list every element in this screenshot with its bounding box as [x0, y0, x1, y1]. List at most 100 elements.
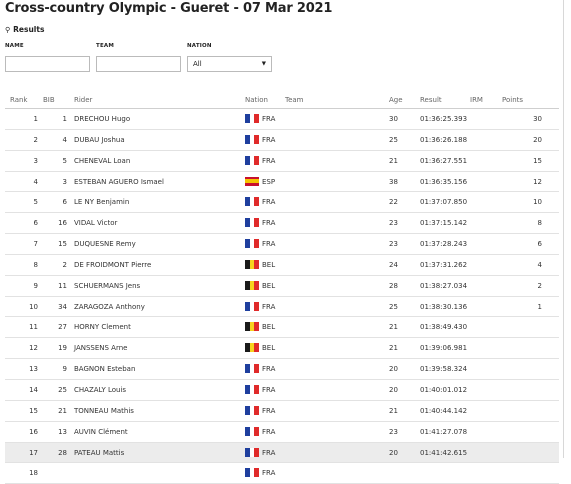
rank-cell: 7	[33, 240, 38, 249]
rank-cell: 1	[33, 115, 38, 123]
table-row[interactable]: 17 28 PATEAU Mattis FRA 20 01:41:42.615	[5, 442, 559, 464]
rider-cell[interactable]: PATEAU Mattis	[74, 449, 124, 457]
header-nation[interactable]: Nation	[245, 96, 268, 104]
rider-cell[interactable]: TONNEAU Mathis	[74, 407, 134, 415]
bib-cell: 27	[58, 323, 67, 332]
table-row[interactable]: 4 3 ESTEBAN AGUERO Ismael ESP 38 01:36:35.156…	[5, 172, 559, 193]
rank-cell: 17	[29, 448, 38, 457]
bib-cell: 1	[62, 115, 67, 123]
rider-cell[interactable]: ESTEBAN AGUERO Ismael	[74, 178, 164, 186]
result-cell: 01:41:27.078	[420, 427, 468, 436]
page-divider	[563, 0, 564, 458]
trophy-icon: ⚲	[5, 25, 11, 34]
table-row[interactable]: 9 11 SCHUERMANS Jens BEL 28 01:38:27.034 2	[5, 276, 559, 297]
result-cell: 01:36:27.551	[420, 156, 468, 165]
flag-band	[254, 239, 260, 249]
table-row[interactable]: 2 4 DUBAU Joshua FRA 25 01:36:26.188 20	[5, 130, 559, 151]
result-cell: 01:41:42.615	[420, 448, 468, 457]
header-result[interactable]: Result	[420, 96, 442, 104]
rank-cell: 9	[33, 281, 38, 290]
result-cell: 01:37:15.142	[420, 219, 468, 228]
header-age[interactable]: Age	[389, 96, 403, 104]
table-row[interactable]: 7 15 DUQUESNE Remy FRA 23 01:37:28.243 6	[5, 234, 559, 255]
age-cell: 24	[389, 260, 398, 269]
nation-cell: BEL	[262, 260, 276, 269]
age-cell: 23	[389, 240, 398, 249]
table-row[interactable]: 16 13 AUVIN Clément FRA 23 01:41:27.078	[5, 422, 559, 443]
rider-cell[interactable]: AUVIN Clément	[74, 428, 128, 436]
rider-cell[interactable]: DRECHOU Hugo	[74, 115, 130, 123]
rider-cell[interactable]: JANSSENS Arne	[74, 344, 127, 352]
rider-cell[interactable]: DUBAU Joshua	[74, 136, 125, 144]
header-rank[interactable]: Rank	[10, 96, 28, 104]
age-cell: 20	[389, 385, 398, 394]
nation-filter-value: All	[193, 60, 202, 68]
table-row[interactable]: 12 19 JANSSENS Arne BEL 21 01:39:06.981	[5, 338, 559, 360]
table-row[interactable]: 10 34 ZARAGOZA Anthony FRA 25 01:38:30.136 1	[5, 297, 559, 318]
rider-cell[interactable]: CHAZALY Louis	[74, 386, 126, 394]
table-row[interactable]: 11 27 HORNY Clement BEL 21 01:38:49.430	[5, 317, 559, 339]
flag-icon	[245, 364, 260, 374]
table-row[interactable]: 3 5 CHENEVAL Loan FRA 21 01:36:27.551 15	[5, 151, 559, 172]
flag-icon	[245, 384, 260, 394]
name-filter-input[interactable]	[5, 56, 90, 72]
header-bib[interactable]: BIB	[43, 96, 55, 104]
nation-cell: FRA	[262, 198, 276, 207]
nation-filter-select[interactable]: All ▼	[187, 56, 272, 72]
age-cell: 21	[389, 156, 398, 165]
bib-cell: 11	[58, 281, 67, 290]
bib-cell: 2	[62, 260, 67, 269]
table-header: Rank BIB Rider Nation Team Age Result IR…	[5, 92, 559, 109]
table-body: 1 1 DRECHOU Hugo FRA 30 01:36:25.393 30 2 4 DUBAU…	[5, 109, 559, 484]
table-row[interactable]: 14 25 CHAZALY Louis FRA 20 01:40:01.012	[5, 380, 559, 401]
header-rider[interactable]: Rider	[74, 96, 92, 104]
age-cell: 22	[389, 198, 398, 207]
flag-band	[254, 280, 260, 290]
team-filter-input[interactable]	[96, 56, 181, 72]
rank-cell: 6	[33, 219, 38, 228]
table-row[interactable]: 6 16 VIDAL Victor FRA 23 01:37:15.142 8	[5, 213, 559, 235]
flag-icon	[245, 114, 260, 123]
flag-icon	[245, 426, 260, 436]
header-team[interactable]: Team	[285, 96, 304, 104]
nation-cell: FRA	[262, 365, 276, 374]
flag-icon	[245, 301, 260, 311]
header-points[interactable]: Points	[502, 96, 523, 104]
flag-band	[254, 405, 260, 415]
rider-cell[interactable]: HORNY Clement	[74, 323, 131, 331]
rider-cell[interactable]: DUQUESNE Remy	[74, 240, 136, 248]
flag-icon	[245, 405, 260, 415]
results-heading[interactable]: ⚲ Results	[5, 25, 44, 34]
bib-cell: 3	[62, 177, 67, 186]
table-row[interactable]: 8 2 DE FROIDMONT Pierre BEL 24 01:37:31.262 4	[5, 255, 559, 276]
flag-band	[254, 134, 260, 144]
bib-cell: 9	[62, 365, 67, 374]
rider-cell[interactable]: LE NY Benjamin	[74, 198, 129, 206]
nation-cell: FRA	[262, 219, 276, 228]
rank-cell: 11	[29, 323, 38, 332]
rank-cell: 18	[29, 469, 38, 478]
rider-cell[interactable]: VIDAL Victor	[74, 219, 117, 227]
flag-band	[254, 384, 260, 394]
table-row[interactable]: 18 FRA	[5, 463, 559, 484]
table-row[interactable]: 1 1 DRECHOU Hugo FRA 30 01:36:25.393 30	[5, 109, 559, 130]
points-cell: 6	[537, 240, 542, 249]
table-row[interactable]: 13 9 BAGNON Esteban FRA 20 01:39:58.324	[5, 359, 559, 380]
table-row[interactable]: 5 6 LE NY Benjamin FRA 22 01:37:07.850 10	[5, 192, 559, 214]
rider-cell[interactable]: CHENEVAL Loan	[74, 157, 130, 165]
table-row[interactable]: 15 21 TONNEAU Mathis FRA 21 01:40:44.142	[5, 401, 559, 422]
bib-cell: 28	[58, 448, 67, 457]
flag-band	[254, 322, 260, 332]
header-irm[interactable]: IRM	[470, 96, 483, 104]
flag-icon	[245, 322, 260, 332]
rider-cell[interactable]: BAGNON Esteban	[74, 365, 135, 373]
flag-band	[254, 197, 260, 207]
flag-icon	[245, 468, 260, 478]
rider-cell[interactable]: ZARAGOZA Anthony	[74, 303, 145, 311]
flag-icon	[245, 447, 260, 457]
rider-cell[interactable]: DE FROIDMONT Pierre	[74, 261, 151, 269]
rider-cell[interactable]: SCHUERMANS Jens	[74, 282, 140, 290]
nation-cell: FRA	[262, 406, 276, 415]
points-cell: 15	[533, 156, 542, 165]
nation-cell: FRA	[262, 385, 276, 394]
